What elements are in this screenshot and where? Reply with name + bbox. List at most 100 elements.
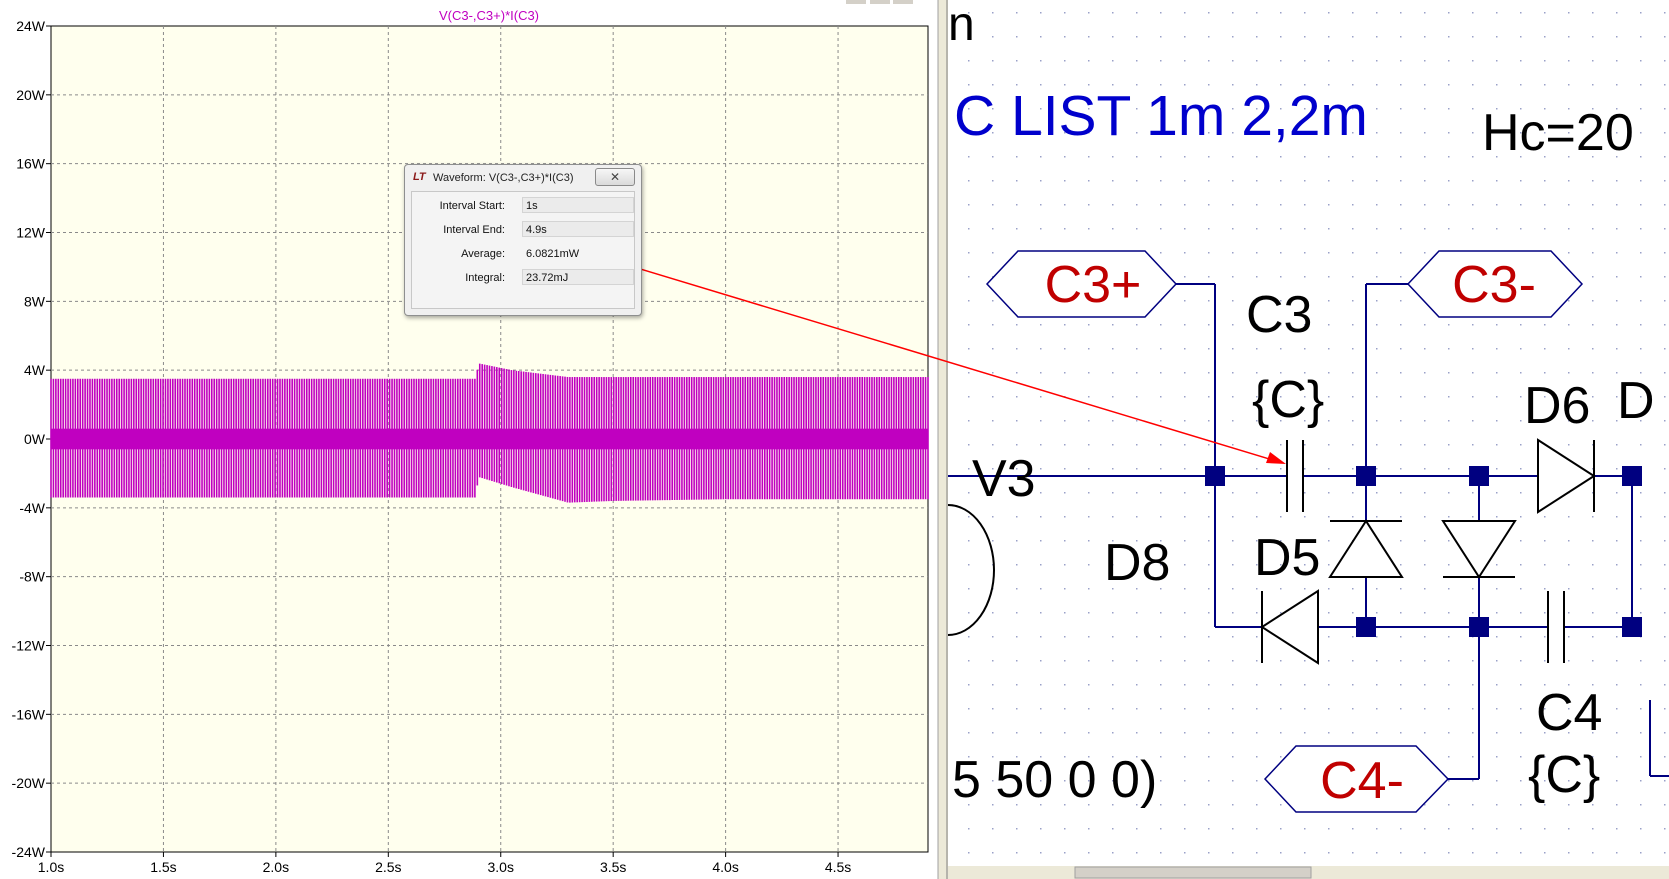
grid-dot [1496,516,1498,518]
trace-title[interactable]: V(C3-,C3+)*I(C3) [439,8,539,23]
grid-dot [1664,84,1666,86]
grid-dot [1136,732,1138,734]
grid-dot [1184,684,1186,686]
grid-dot [1136,180,1138,182]
grid-dot [1232,732,1234,734]
grid-dot [1232,492,1234,494]
grid-dot [1664,828,1666,830]
grid-dot [1232,564,1234,566]
grid-dot [1232,780,1234,782]
grid-dot [1352,468,1354,470]
grid-dot [1040,732,1042,734]
waveform-stats-dialog[interactable]: LT Waveform: V(C3-,C3+)*I(C3) ✕ Interval… [404,164,642,316]
grid-dot [1184,36,1186,38]
param-label[interactable]: Hc=20 [1482,104,1634,162]
grid-dot [1544,84,1546,86]
grid-dot [1280,156,1282,158]
x-tick-label: 2.5s [375,859,401,875]
grid-dot [1064,612,1066,614]
interval-end-value[interactable]: 4.9s [522,221,634,237]
grid-dot [1472,804,1474,806]
grid-dot [1616,588,1618,590]
y-tick-label: 8W [24,293,46,309]
grid-dot [1208,492,1210,494]
schematic-pane[interactable]: n C LIST 1m 2,2m Hc=20 C3 {C} D6 D V3 D8… [947,0,1669,879]
grid-dot [1424,660,1426,662]
grid-dot [1040,588,1042,590]
grid-dot [1640,12,1642,14]
grid-dot [1184,780,1186,782]
grid-dot [1472,396,1474,398]
grid-dot [1112,612,1114,614]
grid-dot [1424,540,1426,542]
waveform-pane[interactable]: V(C3-,C3+)*I(C3) 24W 20W 16W 12W 8W 4W 0W -4W -8… [0,0,948,879]
grid-dot [1040,540,1042,542]
integral-value[interactable]: 23.72mJ [522,269,634,285]
grid-dot [1592,516,1594,518]
y-tick-label: -20W [12,775,46,791]
scroll-button[interactable] [893,0,913,4]
grid-dot [1112,228,1114,230]
grid-dot [1280,12,1282,14]
dialog-titlebar[interactable]: LT Waveform: V(C3-,C3+)*I(C3) ✕ [405,165,641,191]
y-tick-label: -12W [12,638,46,654]
grid-dot [1376,492,1378,494]
grid-dot [1568,828,1570,830]
grid-dot [1232,804,1234,806]
grid-dot [1160,204,1162,206]
grid-dot [1520,588,1522,590]
capacitor-c4[interactable] [1547,591,1565,663]
grid-dot [1640,228,1642,230]
grid-dot [1544,612,1546,614]
net-label-c4minus: C4- [1320,752,1404,810]
average-value[interactable]: 6.0821mW [522,245,634,261]
grid-dot [1064,732,1066,734]
grid-dot [1424,132,1426,134]
interval-start-value[interactable]: 1s [522,197,634,213]
grid-dot [1664,156,1666,158]
grid-dot [1496,588,1498,590]
grid-dot [1496,84,1498,86]
schematic-scrollbar-thumb[interactable] [1074,866,1312,879]
scroll-button[interactable] [870,0,890,4]
grid-dot [1448,612,1450,614]
grid-dot [1448,420,1450,422]
grid-dot [1592,852,1594,854]
grid-dot [1352,372,1354,374]
grid-dot [1640,828,1642,830]
grid-dot [1448,828,1450,830]
grid-dot [1280,180,1282,182]
grid-dot [1472,516,1474,518]
grid-dot [1400,684,1402,686]
grid-dot [1496,444,1498,446]
grid-dot [968,564,970,566]
grid-dot [1640,612,1642,614]
grid-dot [1664,180,1666,182]
grid-dot [1472,156,1474,158]
grid-dot [1040,468,1042,470]
grid-dot [1640,204,1642,206]
grid-dot [1232,828,1234,830]
grid-dot [992,204,994,206]
grid-dot [1520,372,1522,374]
grid-dot [1304,468,1306,470]
grid-dot [1232,12,1234,14]
grid-dot [1400,492,1402,494]
grid-dot [1568,660,1570,662]
grid-dot [1520,12,1522,14]
grid-dot [1640,588,1642,590]
grid-dot [1496,420,1498,422]
grid-dot [1304,588,1306,590]
grid-dot [992,732,994,734]
junction-dot [1205,466,1225,486]
capacitor-c3[interactable] [1286,440,1304,512]
grid-dot [1208,324,1210,326]
grid-dot [1424,108,1426,110]
grid-dot [1376,12,1378,14]
grid-dot [1352,684,1354,686]
scroll-button[interactable] [846,0,866,4]
close-button[interactable]: ✕ [595,168,635,186]
grid-dot [1496,708,1498,710]
grid-dot [1208,348,1210,350]
spice-directive[interactable]: C LIST 1m 2,2m [954,84,1368,148]
